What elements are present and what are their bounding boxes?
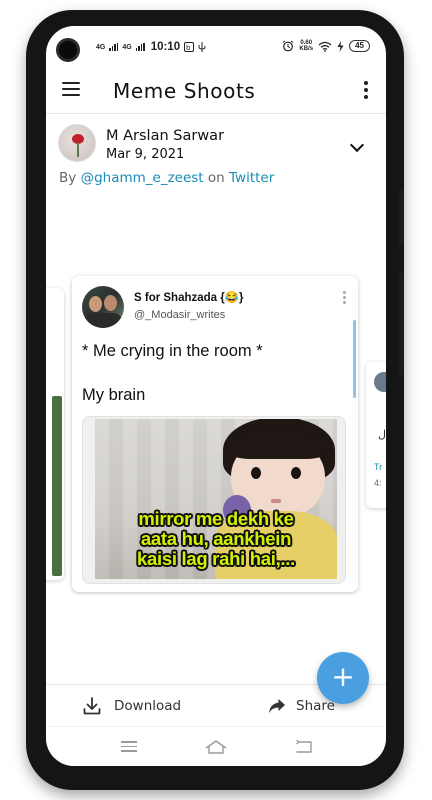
next-card-avatar <box>374 372 386 392</box>
post-date: Mar 9, 2021 <box>106 147 185 162</box>
recent-apps-icon[interactable] <box>121 741 137 753</box>
speed-unit: KB/s <box>299 46 314 52</box>
status-bar: 4G 4G 10:10 b 0.60 KB/s 45 <box>46 26 386 68</box>
download-label: Download <box>114 698 182 714</box>
signal-icon <box>109 43 119 51</box>
tweet-text-line-1: * Me crying in the room * <box>82 342 263 360</box>
more-options-icon[interactable] <box>364 81 368 99</box>
network-type-1: 4G <box>96 43 106 51</box>
back-icon[interactable] <box>294 739 314 755</box>
svg-text:b: b <box>186 44 191 52</box>
charging-icon <box>337 40 344 52</box>
post-byline: By @ghamm_e_zeest on Twitter <box>59 170 274 186</box>
avatar-shirt <box>84 313 122 328</box>
tweet-image[interactable]: mirror me dekh ke aata hu, aankhein kais… <box>82 416 346 584</box>
signal-icon-2 <box>135 43 145 51</box>
tweet-scrollbar[interactable] <box>353 320 356 398</box>
tweet-author-handle[interactable]: @_Modasir_writes <box>134 309 225 321</box>
next-card-peek[interactable]: ل Tr 4: <box>366 362 386 508</box>
status-time: 10:10 <box>150 41 181 53</box>
status-left: 4G 4G 10:10 b <box>96 41 206 53</box>
next-card-link: Tr <box>374 462 383 472</box>
alarm-icon <box>283 40 294 52</box>
meme-caption: mirror me dekh ke aata hu, aankhein kais… <box>95 509 337 569</box>
power-button <box>398 272 404 376</box>
usb-icon <box>198 41 206 52</box>
screen: 4G 4G 10:10 b 0.60 KB/s 45 Meme Shoots M… <box>46 26 386 766</box>
tweet-author-name[interactable]: S for Shahzada {😂} <box>134 290 244 304</box>
meme-eye-left <box>251 467 261 479</box>
avatar-stem-shape <box>77 143 79 157</box>
author-avatar[interactable] <box>58 124 96 162</box>
network-speed: 0.60 KB/s <box>299 40 313 52</box>
avatar-person-2 <box>104 295 117 311</box>
meme-caption-line-3: kaisi lag rahi hai,... <box>137 548 295 569</box>
download-button[interactable]: Download <box>82 693 181 719</box>
next-card-text: ل <box>378 429 386 441</box>
system-nav-bar <box>46 726 386 766</box>
hamburger-menu-icon[interactable] <box>62 82 80 96</box>
meme-image: mirror me dekh ke aata hu, aankhein kais… <box>95 419 337 579</box>
share-arrow-icon <box>269 699 285 713</box>
author-name[interactable]: M Arslan Sarwar <box>106 128 224 144</box>
add-post-fab[interactable]: + <box>317 652 369 704</box>
meme-caption-line-1: mirror me dekh ke <box>138 508 294 529</box>
meme-bangs-shape <box>231 429 325 459</box>
tweet-card[interactable]: S for Shahzada {😂} @_Modasir_writes * Me… <box>72 276 358 592</box>
app-bar: Meme Shoots <box>46 68 386 114</box>
byline-on: on <box>207 170 225 186</box>
status-right: 0.60 KB/s 45 <box>282 40 370 52</box>
network-type-2: 4G <box>122 43 132 51</box>
avatar-person-1 <box>89 296 102 312</box>
battery-indicator: 45 <box>349 40 370 52</box>
previous-card-image <box>52 396 62 576</box>
home-icon[interactable] <box>204 739 228 755</box>
byline-platform-link[interactable]: Twitter <box>229 170 274 186</box>
byline-handle-link[interactable]: @ghamm_e_zeest <box>81 170 204 186</box>
chevron-down-icon[interactable] <box>349 137 365 153</box>
post-header: M Arslan Sarwar Mar 9, 2021 By @ghamm_e_… <box>46 114 386 192</box>
tweet-text-line-2: My brain <box>82 386 146 404</box>
byline-prefix: By <box>59 170 77 186</box>
meme-caption-line-2: aata hu, aankhein <box>140 528 292 549</box>
meme-eye-right <box>291 467 301 479</box>
next-card-meta: 4: <box>374 478 382 488</box>
app-title: Meme Shoots <box>113 79 256 103</box>
volume-button <box>398 190 404 246</box>
tweet-more-icon[interactable] <box>343 291 346 304</box>
previous-card-peek[interactable] <box>46 288 64 580</box>
download-icon <box>83 697 101 715</box>
wifi-icon <box>318 41 332 52</box>
notification-app-icon: b <box>184 42 195 52</box>
meme-mouth <box>271 499 281 503</box>
tweet-author-avatar[interactable] <box>82 286 124 328</box>
